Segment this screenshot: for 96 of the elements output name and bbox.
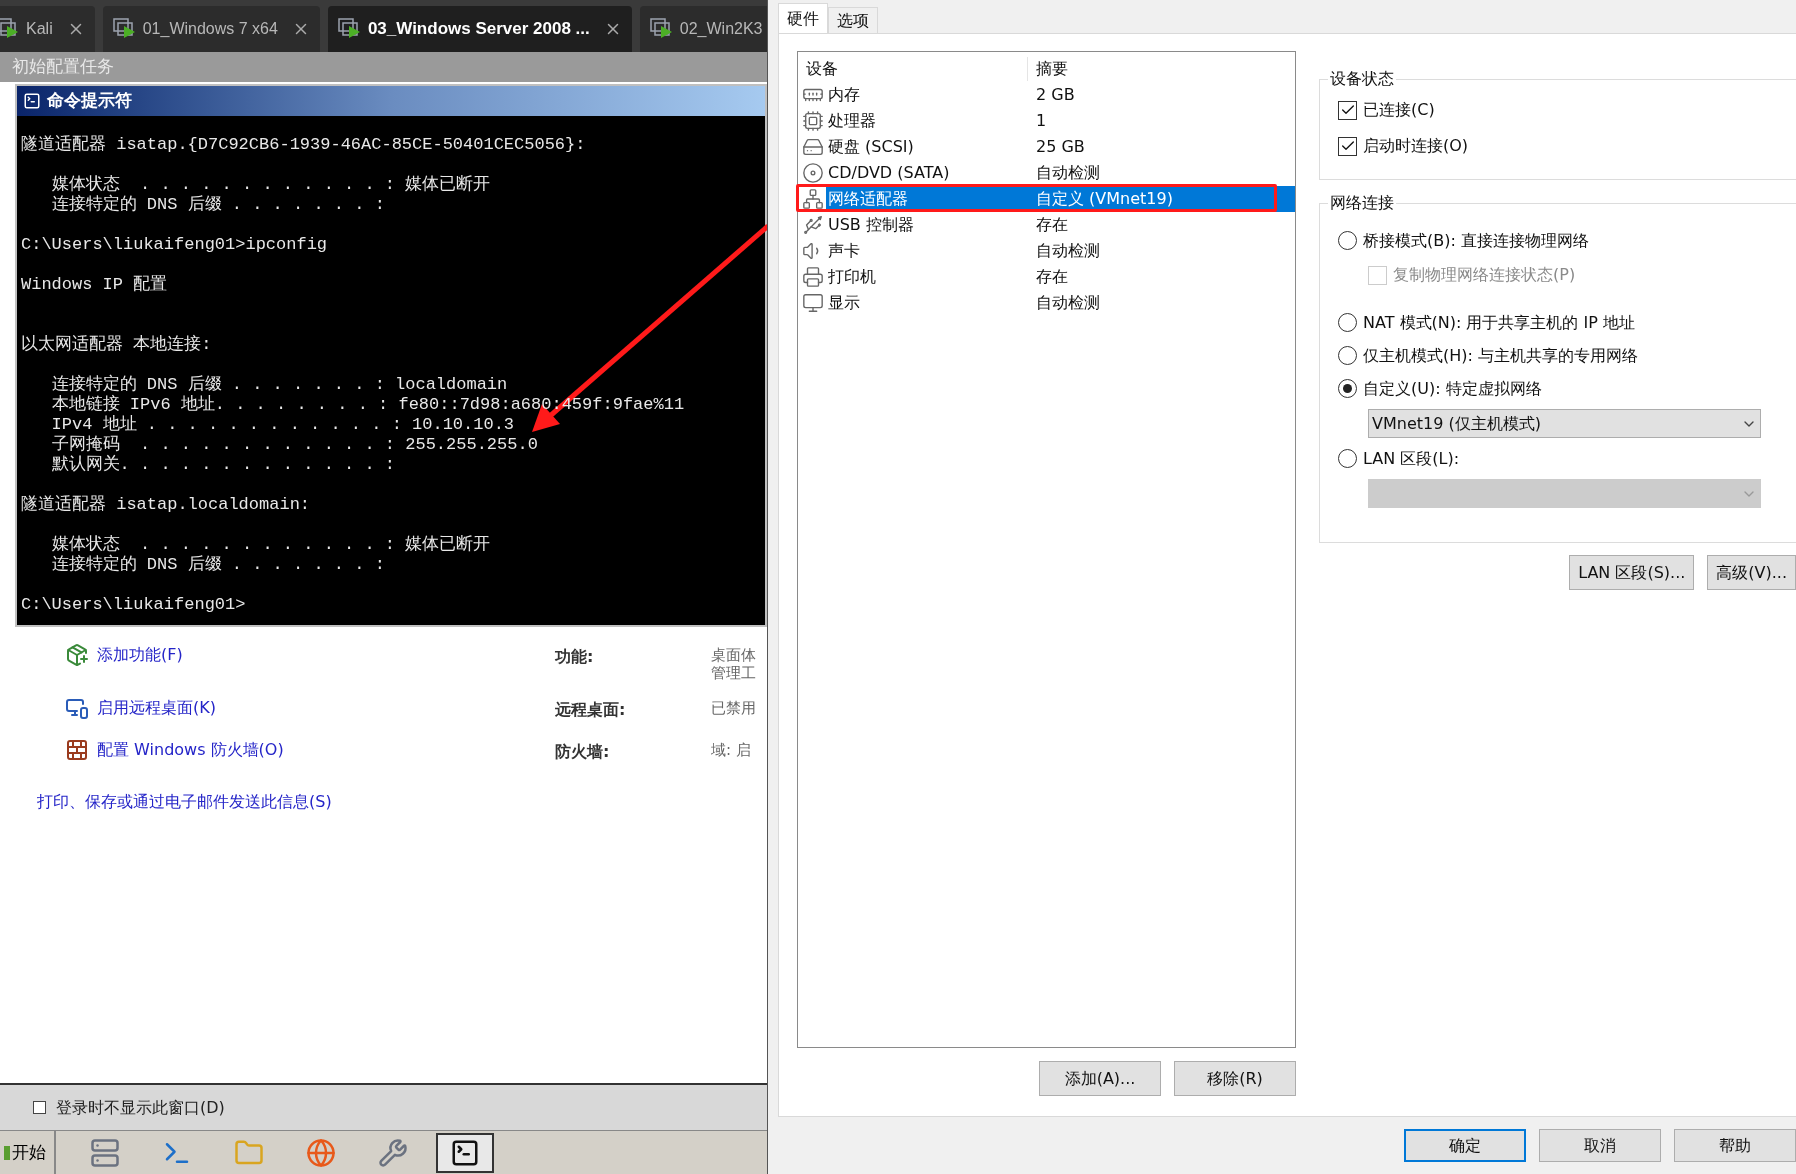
console-line: 连接特定的 DNS 后缀 . . . . . . . : localdomain <box>50 375 508 395</box>
console-line: 连接特定的 DNS 后缀 . . . . . . . : <box>50 555 385 575</box>
device-summary[interactable]: 2 GB <box>1028 82 1295 108</box>
window-title: 初始配置任务 <box>0 52 767 82</box>
checkbox-label: 启动时连接(O) <box>1363 135 1469 157</box>
hard-drive-icon <box>802 136 824 158</box>
console-line: 以太网适配器 本地连接: <box>21 335 212 355</box>
console-line: 默认网关. . . . . . . . . . . . . : <box>50 455 396 475</box>
checkbox-label: 已连接(C) <box>1363 99 1435 121</box>
column-header: 设备 <box>800 57 1028 81</box>
monitor-icon <box>802 292 824 314</box>
radio-button[interactable] <box>1338 346 1357 365</box>
vm-tab[interactable]: 01_Windows 7 x64 <box>102 6 320 52</box>
field-value: 域: 启 <box>711 741 752 759</box>
field-value: 管理工 <box>711 664 757 682</box>
server-icon <box>90 1137 120 1168</box>
checkbox[interactable] <box>33 1101 46 1114</box>
radio-label: LAN 区段(L): <box>1363 447 1460 470</box>
device-name[interactable]: 显示 <box>826 290 1028 316</box>
device-name[interactable]: 硬盘 (SCSI) <box>826 134 1028 160</box>
button[interactable]: 确定 <box>1404 1129 1526 1162</box>
console-line: 隧道适配器 isatap.localdomain: <box>21 495 311 515</box>
console-line: 媒体状态 . . . . . . . . . . . . : 媒体已断开 <box>50 535 491 554</box>
radio-button[interactable] <box>1338 379 1357 398</box>
console-line: Windows IP 配置 <box>21 275 168 295</box>
task-link[interactable]: 配置 Windows 防火墙(O) <box>97 738 284 762</box>
radio-button[interactable] <box>1338 449 1357 468</box>
radio-label: 自定义(U): 特定虚拟网络 <box>1363 377 1542 400</box>
device-name[interactable]: 声卡 <box>826 238 1028 264</box>
terminal-icon <box>23 92 41 110</box>
button[interactable]: 添加(A)... <box>1039 1061 1161 1096</box>
monitor-icon <box>65 696 89 720</box>
checkbox-label: 复制物理网络连接状态(P) <box>1393 264 1576 286</box>
device-name[interactable]: CD/DVD (SATA) <box>826 160 1028 186</box>
device-name[interactable]: 内存 <box>826 82 1028 108</box>
device-summary[interactable]: 自动检测 <box>1028 290 1295 316</box>
globe-icon <box>306 1137 336 1168</box>
checkbox-label: 登录时不显示此窗口(D) <box>56 1096 225 1119</box>
dropdown[interactable]: VMnet19 (仅主机模式) <box>1368 409 1761 438</box>
field-label: 功能: <box>555 646 595 668</box>
task-link[interactable]: 启用远程桌面(K) <box>97 696 216 720</box>
tab[interactable]: 硬件 <box>778 3 828 33</box>
radio-label: NAT 模式(N): 用于共享主机的 IP 地址 <box>1363 311 1635 334</box>
field-value: 桌面体 <box>711 646 757 664</box>
wrench-icon <box>378 1137 408 1168</box>
network-icon <box>802 188 824 210</box>
column-header: 摘要 <box>1035 58 1069 80</box>
print-link[interactable]: 打印、保存或通过电子邮件发送此信息(S) <box>0 780 767 814</box>
vm-tab[interactable]: 02_Win2K3 <box>639 6 767 52</box>
radio-button[interactable] <box>1338 231 1357 250</box>
task-link[interactable]: 添加功能(F) <box>97 643 183 667</box>
radio-label: 桥接模式(B): 直接连接物理网络 <box>1363 229 1589 252</box>
device-name[interactable]: USB 控制器 <box>826 212 1028 238</box>
button[interactable]: 高级(V)... <box>1707 555 1796 590</box>
disc-icon <box>802 162 824 184</box>
console-line: C:\Users\liukaifeng01> <box>21 595 246 615</box>
console-line: IPv4 地址 . . . . . . . . . . . . : 10.10.10.3 <box>50 415 515 435</box>
device-summary[interactable]: 自动检测 <box>1028 160 1295 186</box>
play-icon <box>649 18 674 40</box>
console-line: 媒体状态 . . . . . . . . . . . . : 媒体已断开 <box>50 175 491 194</box>
device-summary[interactable]: 存在 <box>1028 264 1295 290</box>
device-name[interactable]: 处理器 <box>826 108 1028 134</box>
field-value: 已禁用 <box>711 699 757 717</box>
button[interactable]: LAN 区段(S)... <box>1569 555 1695 590</box>
start-button[interactable]: 开始 <box>0 1131 56 1174</box>
tab[interactable]: 选项 <box>828 7 878 33</box>
device-summary[interactable]: 自动检测 <box>1028 238 1295 264</box>
device-summary[interactable]: 1 <box>1028 108 1295 134</box>
play-icon <box>337 18 362 40</box>
field-label: 远程桌面: <box>555 699 627 721</box>
console-line: 子网掩码 . . . . . . . . . . . . : 255.255.255.0 <box>50 435 538 455</box>
checkbox[interactable] <box>1338 136 1357 156</box>
console-line: 连接特定的 DNS 后缀 . . . . . . . : <box>50 195 385 215</box>
radio-label: 仅主机模式(H): 与主机共享的专用网络 <box>1363 344 1638 367</box>
vm-tab[interactable]: Kali <box>0 6 95 52</box>
play-icon <box>112 18 137 40</box>
package-plus-icon <box>65 643 89 667</box>
brick-wall-icon <box>65 738 89 762</box>
button[interactable]: 取消 <box>1539 1129 1661 1162</box>
checkbox[interactable] <box>1338 100 1357 120</box>
device-name[interactable]: 打印机 <box>826 264 1028 290</box>
device-summary[interactable]: 25 GB <box>1028 134 1295 160</box>
vm-tab[interactable]: 03_Windows Server 2008 ... <box>327 6 632 52</box>
chip-icon <box>802 110 824 132</box>
window-title: 命令提示符 <box>47 89 132 113</box>
console-line: C:\Users\liukaifeng01>ipconfig <box>21 235 328 255</box>
device-summary[interactable]: 存在 <box>1028 212 1295 238</box>
printer-icon <box>802 266 824 288</box>
button[interactable]: 移除(R) <box>1174 1061 1296 1096</box>
button[interactable]: 帮助 <box>1674 1129 1796 1162</box>
taskbar-app[interactable] <box>436 1132 494 1173</box>
field-label: 防火墙: <box>555 741 611 763</box>
play-icon <box>0 18 20 40</box>
usb-icon <box>802 214 824 236</box>
console-line: 隧道适配器 isatap.{D7C92CB6-1939-46AC-85CE-50401CEC5056}: <box>21 135 586 155</box>
radio-button[interactable] <box>1338 313 1357 332</box>
